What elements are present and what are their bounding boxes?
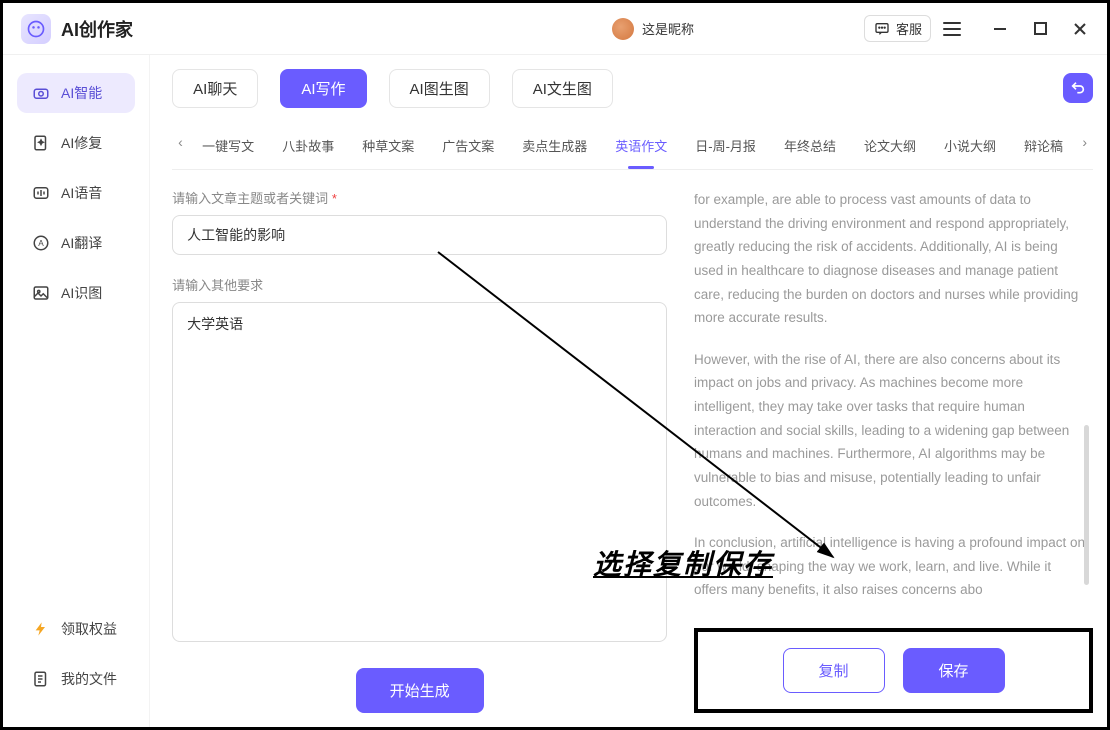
subtab-thesis[interactable]: 论文大纲 [862,128,918,163]
nickname: 这是昵称 [642,19,694,38]
minimize-button[interactable] [991,20,1009,38]
output-paragraph: for example, are able to process vast am… [694,188,1085,330]
subtab-ad[interactable]: 广告文案 [440,128,496,163]
waveform-icon [31,183,51,203]
sidebar-item-label: AI识图 [61,283,102,303]
action-row: 复制 保存 [694,628,1093,713]
sidebar-item-label: 我的文件 [61,669,117,689]
mode-tab-img2img[interactable]: AI图生图 [389,69,490,108]
subtab-quickwrite[interactable]: 一键写文 [200,128,256,163]
generate-button[interactable]: 开始生成 [356,668,484,713]
output-paragraph: In conclusion, artificial intelligence i… [694,531,1085,602]
sidebar-item-files[interactable]: 我的文件 [17,659,135,699]
user-chip[interactable]: 这是昵称 [612,18,694,40]
sidebar-item-label: AI翻译 [61,233,102,253]
image-icon [31,283,51,303]
subtab-gossip[interactable]: 八卦故事 [280,128,336,163]
menu-icon[interactable] [943,22,961,36]
support-button[interactable]: 客服 [864,15,931,42]
mode-tab-write[interactable]: AI写作 [280,69,366,108]
subtab-novel[interactable]: 小说大纲 [942,128,998,163]
output-column: for example, are able to process vast am… [693,188,1093,713]
maximize-button[interactable] [1031,20,1049,38]
undo-button[interactable] [1063,73,1093,103]
camera-icon [31,83,51,103]
mode-tabs: AI聊天 AI写作 AI图生图 AI文生图 [172,69,1093,108]
sidebar-item-benefits[interactable]: 领取权益 [17,609,135,649]
mode-tab-chat[interactable]: AI聊天 [172,69,258,108]
support-label: 客服 [896,19,922,38]
svg-text:A: A [38,239,44,248]
sidebar-item-label: 领取权益 [61,619,117,639]
topic-label: 请输入文章主题或者关键词 * [172,188,667,207]
sidebar-item-label: AI语音 [61,183,102,203]
folder-icon [31,669,51,689]
subtab-selling[interactable]: 卖点生成器 [520,128,589,163]
avatar [612,18,634,40]
sidebar-item-ai-translate[interactable]: A AI翻译 [17,223,135,263]
close-button[interactable] [1071,20,1089,38]
app-title: AI创作家 [61,16,133,42]
subtab-report[interactable]: 日-周-月报 [693,128,758,163]
output-paragraph: However, with the rise of AI, there are … [694,348,1085,513]
chevron-left-icon[interactable]: ‹ [178,134,183,150]
other-label: 请输入其他要求 [172,275,667,294]
sidebar-item-ai-image[interactable]: AI识图 [17,273,135,313]
subtab-row: ‹ 一键写文 八卦故事 种草文案 广告文案 卖点生成器 英语作文 日-周-月报 … [172,122,1093,170]
titlebar: AI创作家 这是昵称 客服 [3,3,1107,55]
save-button[interactable]: 保存 [903,648,1005,693]
app-logo [21,14,51,44]
sidebar-item-ai-smart[interactable]: AI智能 [17,73,135,113]
sparkle-doc-icon [31,133,51,153]
subtab-english[interactable]: 英语作文 [613,128,669,163]
copy-button[interactable]: 复制 [783,648,885,693]
sidebar-item-label: AI智能 [61,83,102,103]
output-text: for example, are able to process vast am… [694,188,1093,610]
subtab-grass[interactable]: 种草文案 [360,128,416,163]
bolt-icon [31,619,51,639]
main-panel: AI聊天 AI写作 AI图生图 AI文生图 ‹ 一键写文 八卦故事 种草文案 广… [150,55,1107,727]
mode-tab-txt2img[interactable]: AI文生图 [512,69,613,108]
chat-icon [873,20,891,38]
form-column: 请输入文章主题或者关键词 * 请输入其他要求 大学英语 开始生成 [172,188,667,713]
other-textarea[interactable]: 大学英语 [172,302,667,642]
subtab-yearly[interactable]: 年终总结 [782,128,838,163]
sidebar-item-ai-voice[interactable]: AI语音 [17,173,135,213]
sidebar-item-ai-repair[interactable]: AI修复 [17,123,135,163]
topic-input[interactable] [172,215,667,255]
subtab-debate[interactable]: 辩论稿 [1022,128,1065,163]
chevron-right-icon[interactable]: › [1082,134,1087,150]
sidebar: AI智能 AI修复 AI语音 A AI翻译 AI识图 领取权益 我的文件 [3,55,150,727]
translate-icon: A [31,233,51,253]
scrollbar-thumb[interactable] [1084,425,1089,585]
sidebar-item-label: AI修复 [61,133,102,153]
